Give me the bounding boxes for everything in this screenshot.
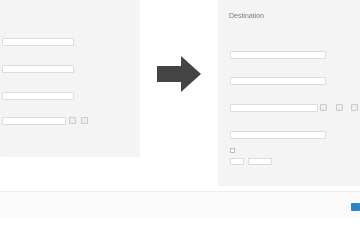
source-field-2-input[interactable]	[2, 65, 74, 73]
source-panel	[0, 0, 140, 157]
destination-panel: Destination	[218, 0, 360, 186]
primary-button[interactable]	[351, 203, 360, 211]
destination-title: Destination	[229, 13, 265, 20]
destination-field-3-extra-button[interactable]	[351, 104, 358, 111]
destination-field-1-input[interactable]	[230, 51, 326, 59]
source-field-1-input[interactable]	[2, 38, 74, 46]
arrow-right-icon	[157, 56, 201, 92]
source-field-4-input[interactable]	[2, 117, 66, 125]
source-field-3-input[interactable]	[2, 92, 74, 100]
destination-field-4-input[interactable]	[230, 131, 326, 139]
destination-checkbox[interactable]	[230, 148, 235, 153]
destination-number-field[interactable]	[230, 158, 244, 165]
destination-field-3-input[interactable]	[230, 104, 318, 112]
footer-bar	[0, 191, 360, 218]
destination-field-2-input[interactable]	[230, 77, 326, 85]
destination-field-3-plus-button[interactable]	[336, 104, 343, 111]
source-field-4-plus-button[interactable]	[81, 117, 88, 124]
destination-unit-select[interactable]	[248, 158, 272, 165]
source-field-4-minus-button[interactable]	[69, 117, 76, 124]
destination-field-3-minus-button[interactable]	[320, 104, 327, 111]
